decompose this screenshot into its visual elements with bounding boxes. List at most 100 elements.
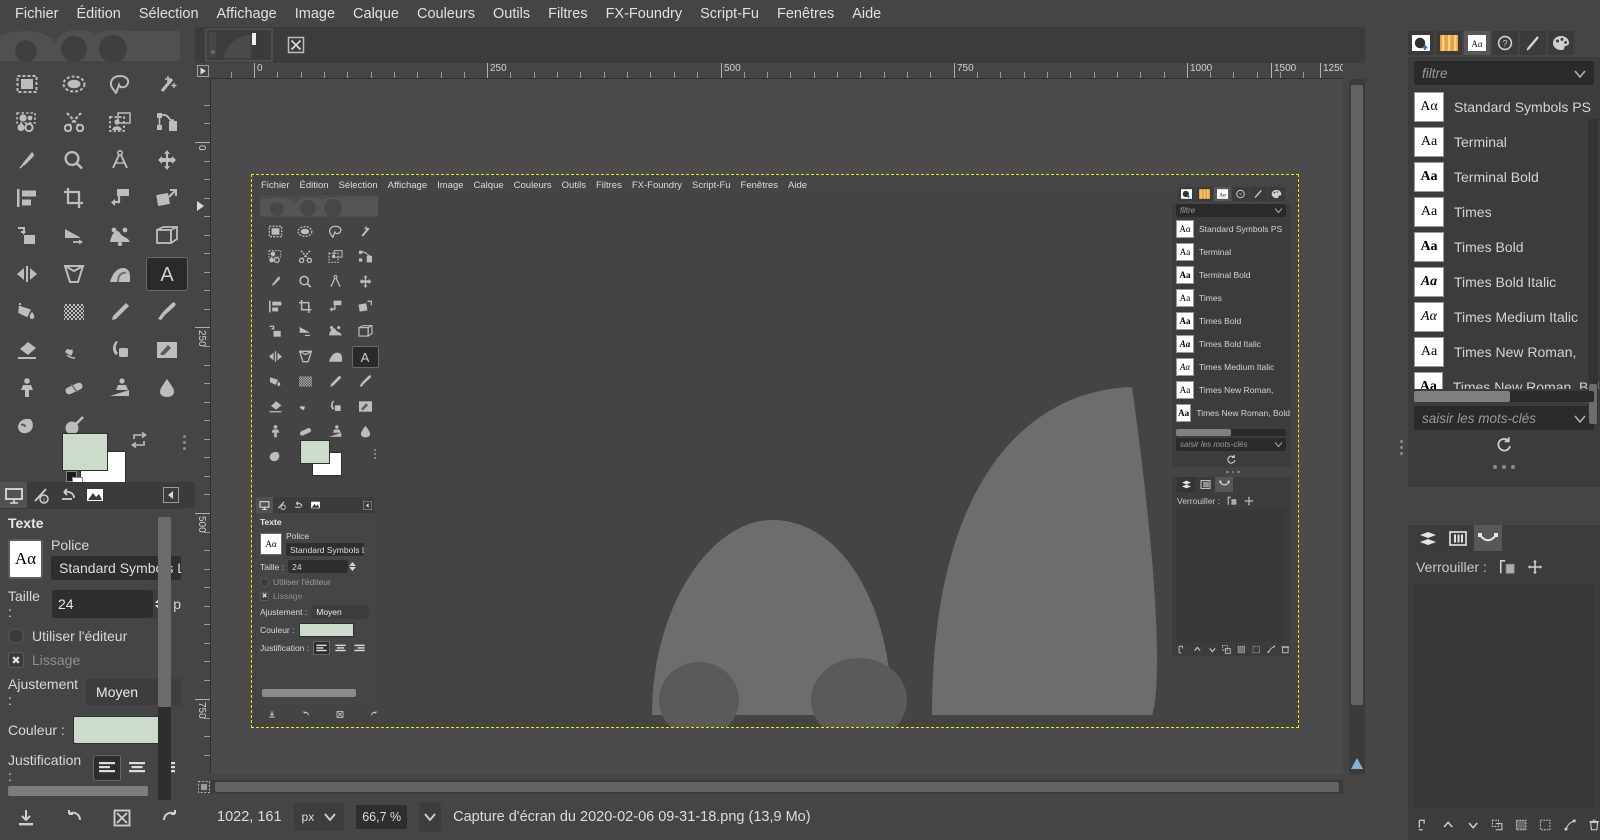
font-item-1[interactable]: Aa Terminal [1414,124,1600,159]
clone-tool[interactable] [4,369,51,407]
inner-alignment-tool[interactable] [260,294,290,319]
foreground-background-colors[interactable] [62,431,147,489]
image-thumbnail-tab[interactable] [205,28,273,62]
right-dock-grip[interactable] [1400,437,1403,458]
toolbox-grip[interactable] [183,432,191,453]
cage-transform-tool[interactable] [51,255,98,293]
eraser-tool[interactable] [4,331,51,369]
inner-menu-outils[interactable]: Outils [557,180,591,191]
inner-shear-tool[interactable] [260,319,290,344]
move-tool[interactable] [144,141,191,179]
patterns-tab[interactable] [1436,31,1462,55]
swap-colors-icon[interactable] [130,431,148,449]
font-list[interactable]: Aα Standard Symbols PS Aa Terminal Aa Te… [1414,89,1600,389]
font-item-7[interactable]: Aa Times New Roman, [1414,334,1600,369]
bucket-fill-tool[interactable] [4,293,51,331]
inner-font-list[interactable]: Aα Standard Symbols PS Aa Terminal Aa Termi… [1172,217,1290,427]
select-by-color-tool[interactable] [4,103,51,141]
delete-tool-preset-icon[interactable] [112,808,132,833]
save-tool-preset-icon[interactable] [16,808,36,833]
inner-fonts-tab[interactable]: Aα [1214,187,1231,201]
inner-menu-filtres[interactable]: Filtres [591,180,627,191]
menu-edition[interactable]: Édition [68,2,130,26]
duplicate-path-icon[interactable] [1491,817,1503,833]
tool-options-scrollbar-thumb[interactable] [158,517,171,707]
inner-document-history-tab[interactable]: ? [1232,187,1249,201]
gradient-tool[interactable] [51,293,98,331]
inner-flip-tool[interactable] [260,344,290,369]
inner-use-editor-row[interactable]: Utiliser l'éditeur [260,577,374,587]
lock-pixels-icon[interactable] [1499,559,1515,575]
inner-handle-transform-tool[interactable] [350,319,380,344]
inner-menu-fenetres[interactable]: Fenêtres [736,180,784,191]
menu-image[interactable]: Image [286,2,344,26]
undo-history-tab[interactable] [54,482,81,508]
delete-path-icon[interactable] [1588,817,1600,833]
inner-text-color-button[interactable] [298,623,354,637]
inner-menu-script-fu[interactable]: Script-Fu [687,180,736,191]
inner-use-editor-checkbox[interactable] [260,577,269,587]
unit-selector[interactable]: px [293,803,345,831]
scale-tool[interactable] [144,179,191,217]
tool-options-tab[interactable] [0,482,27,508]
chevron-down-icon-2[interactable] [1574,411,1586,426]
paintbrush-tool[interactable] [144,293,191,331]
zoom-dropdown-button[interactable] [419,802,442,832]
inner-refresh-fonts-button[interactable] [1172,451,1290,467]
palettes-tab[interactable] [1548,31,1574,55]
inner-ink-tool[interactable] [320,394,350,419]
inner-color-picker-tool[interactable] [260,269,290,294]
crop-tool[interactable] [51,179,98,217]
stroke-path-icon[interactable] [1564,817,1576,833]
text-color-button[interactable] [72,716,169,744]
menu-fenetres[interactable]: Fenêtres [768,2,843,26]
menu-outils[interactable]: Outils [484,2,539,26]
alignment-tool[interactable] [4,179,51,217]
inner-font-item-1[interactable]: Aa Terminal [1172,240,1290,263]
inner-tool-options-hscrollbar[interactable] [262,689,356,697]
lock-position-icon[interactable] [1527,559,1543,575]
collapse-dock-icon[interactable] [163,487,179,503]
inner-free-select-tool[interactable] [320,219,350,244]
menu-fichier[interactable]: Fichier [6,2,68,26]
inner-font-preview-icon[interactable]: Aα [260,532,282,555]
brush-editor-tab[interactable] [1520,31,1546,55]
refresh-fonts-button[interactable] [1408,430,1600,460]
inner-scissors-select-tool[interactable] [290,244,320,269]
inner-gradient-tool[interactable] [290,369,320,394]
canvas-horizontal-scrollbar[interactable] [211,780,1343,794]
inner-chevron-down-icon-2[interactable] [1274,440,1283,449]
font-filter-input[interactable]: filtre [1414,61,1594,85]
inner-smudge-tool[interactable] [260,444,290,469]
inner-collapse-dock-icon[interactable] [363,497,374,513]
inner-tool-options-tab[interactable] [256,497,273,513]
inner-rotate-tool[interactable] [320,294,350,319]
inner-ellipse-select-tool[interactable] [290,219,320,244]
scissors-select-tool[interactable] [51,103,98,141]
font-item-8[interactable]: Aa Times New Roman, Bold [1414,369,1600,389]
inner-font-item-0[interactable]: Aα Standard Symbols PS [1172,217,1290,240]
font-item-3[interactable]: Aa Times [1414,194,1600,229]
vertical-ruler[interactable]: 0 250 500 750 [195,79,211,774]
inner-clone-tool[interactable] [260,419,290,444]
font-list-scrollbar[interactable] [1588,119,1598,424]
rotate-tool[interactable] [97,179,144,217]
navigation-preview-icon[interactable] [1350,757,1364,776]
warp-transform-tool[interactable] [97,255,144,293]
chevron-down-icon[interactable] [1574,66,1586,81]
inner-menu-aide[interactable]: Aide [783,180,812,191]
inner-fuzzy-select-tool[interactable] [350,219,380,244]
inner-move-tool[interactable] [350,269,380,294]
new-path-icon[interactable] [1418,817,1430,833]
inner-paths-tab[interactable] [1215,477,1233,492]
inner-font-item-3[interactable]: Aa Times [1172,286,1290,309]
menu-affichage[interactable]: Affichage [208,2,286,26]
inner-device-status-tab[interactable] [273,497,290,513]
inner-text-tool[interactable]: A [350,344,380,369]
inner-unified-transform-tool[interactable] [320,319,350,344]
inner-bucket-fill-tool[interactable] [260,369,290,394]
inner-scale-tool[interactable] [350,294,380,319]
free-select-tool[interactable] [97,65,144,103]
inner-justify-left-button[interactable] [313,641,331,655]
pencil-tool[interactable] [97,293,144,331]
